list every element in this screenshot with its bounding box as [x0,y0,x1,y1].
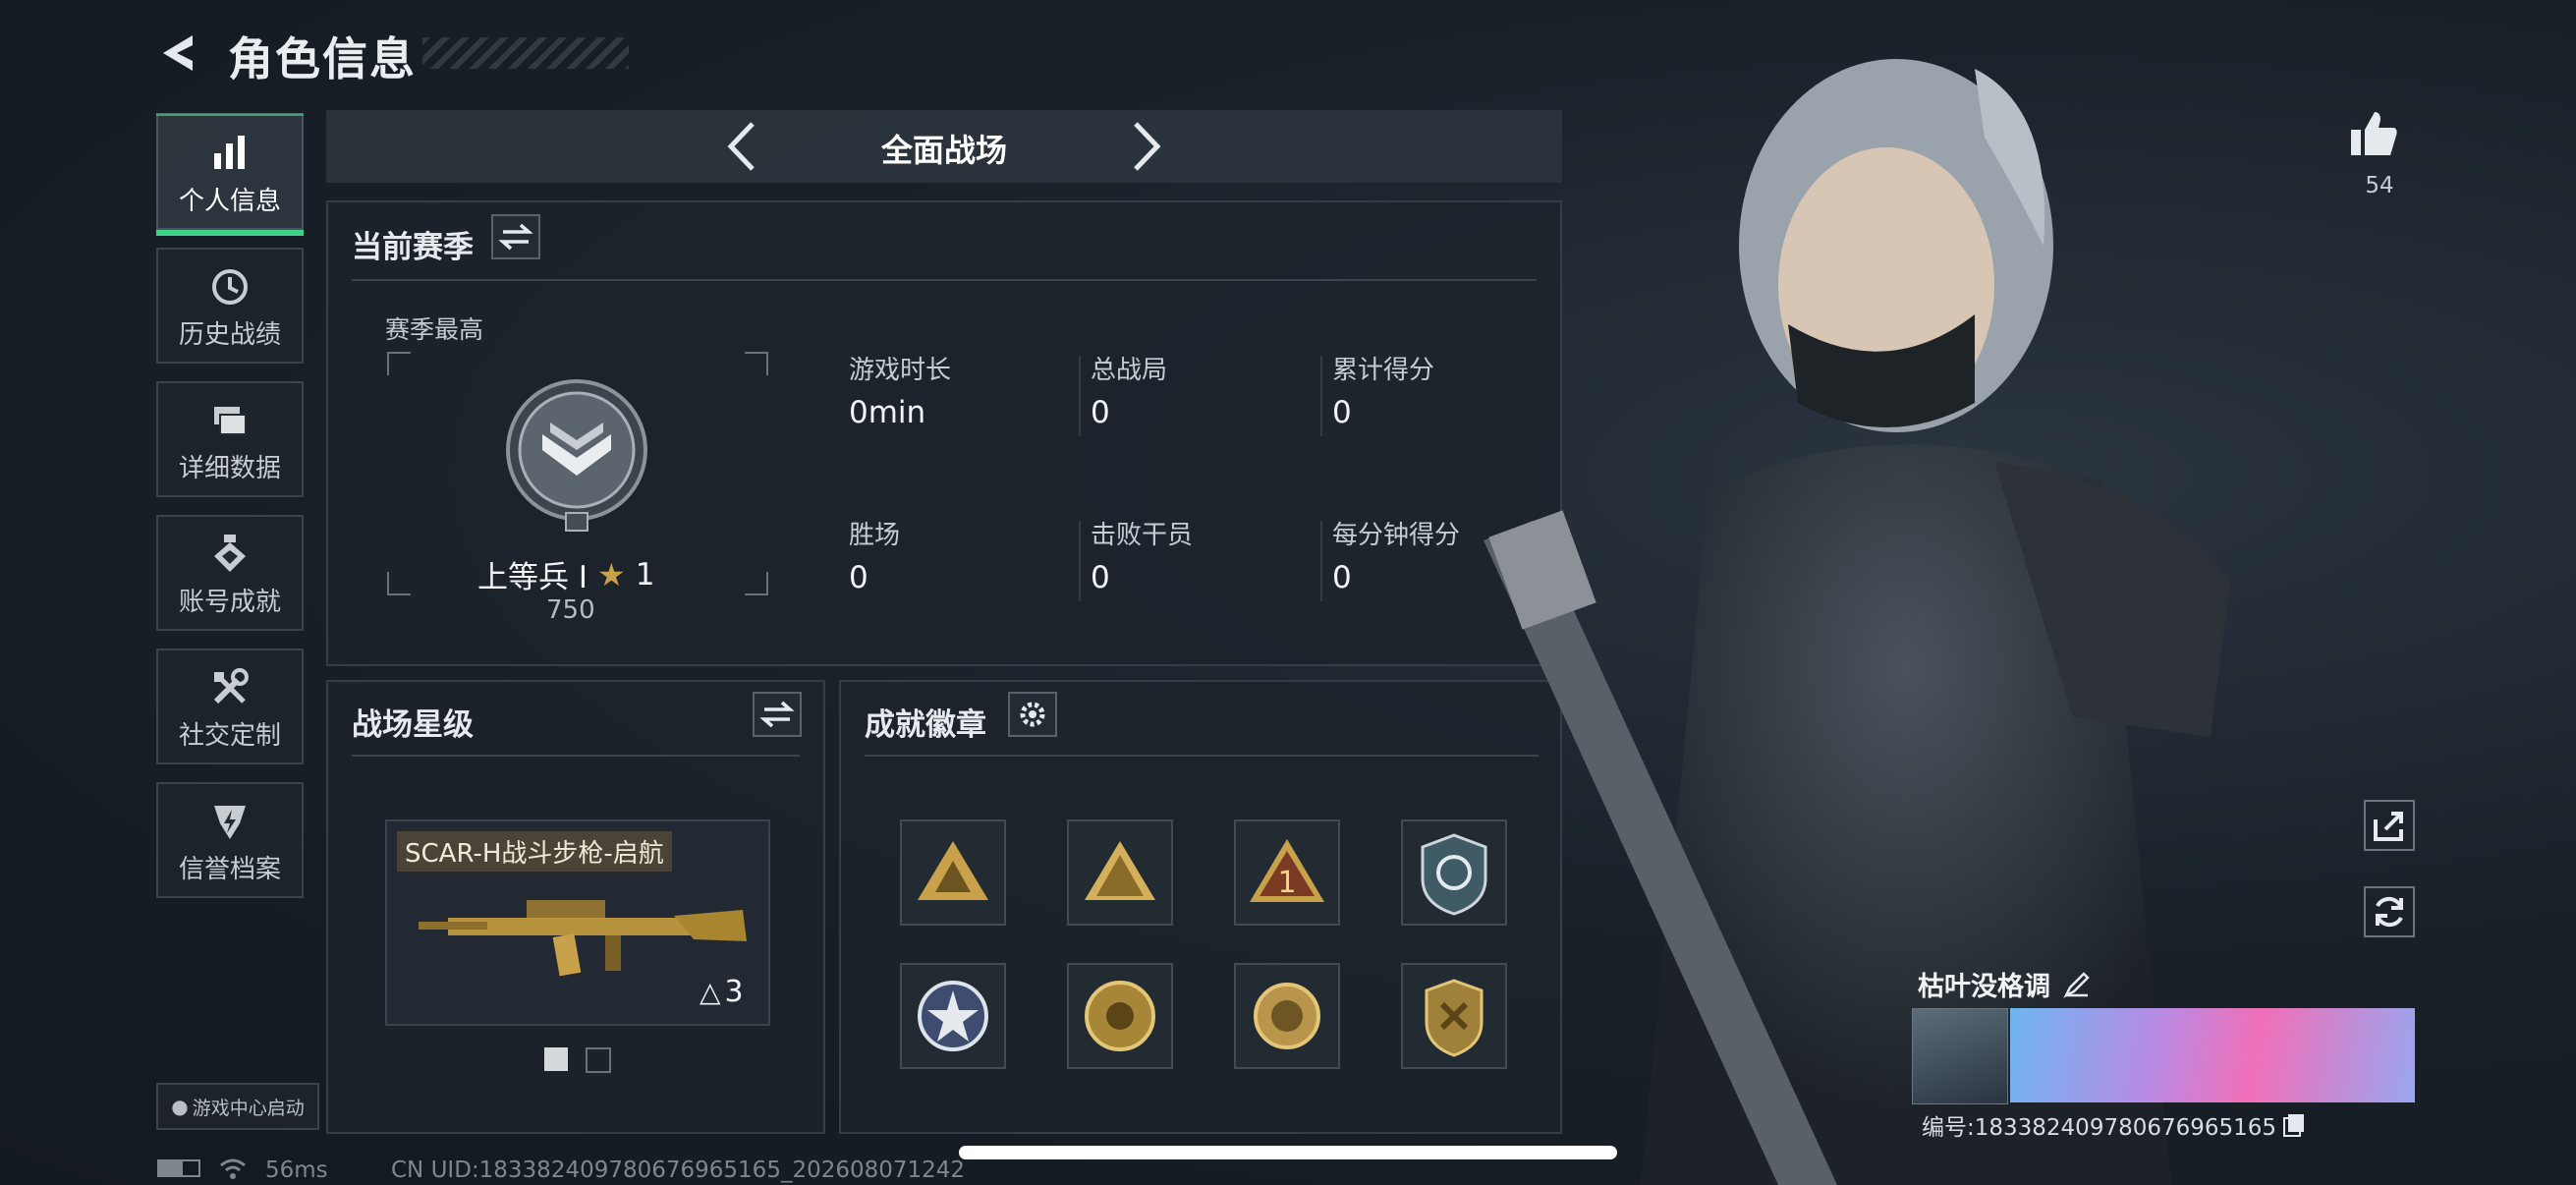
folders-icon [214,407,247,435]
page-dot-active[interactable] [544,1047,568,1071]
sidebar-item-history[interactable]: 历史战绩 [156,248,304,364]
wifi-icon [220,1158,246,1179]
sidebar-item-social[interactable]: 社交定制 [156,649,304,764]
achievement-badge-1[interactable] [900,819,1006,926]
home-indicator[interactable] [959,1146,1617,1159]
edit-pencil-icon[interactable] [2062,970,2092,999]
achievement-badge-2[interactable] [1067,819,1173,926]
likes-count: 54 [2365,173,2394,198]
thumbs-up-icon [2351,112,2397,155]
stat-value-kills: 0 [1091,560,1110,595]
refresh-icon [2376,896,2403,928]
mode-label: 全面战场 [880,132,1007,169]
sidebar-item-label: 信誉档案 [178,855,281,884]
bar-chart-icon [214,136,245,169]
refresh-button[interactable] [2364,886,2415,937]
name-card-banner[interactable] [2010,1008,2415,1102]
rank-name: 上等兵 I [477,560,588,595]
star-switch-button[interactable] [753,692,802,737]
stat-label-total-matches: 总战局 [1091,356,1168,385]
sidebar-item-label: 历史战绩 [178,320,281,350]
star-icon: ★ [597,555,626,593]
sidebar-item-label: 个人信息 [178,187,281,216]
uid-footer: CN UID:183382409780676965165_20260807124… [391,1157,966,1183]
season-title: 当前赛季 [352,230,474,265]
achievement-badge-7[interactable] [1234,963,1340,1069]
rank-points: 750 [546,595,595,625]
achievements-panel: 成就徽章 1 [839,680,1562,1134]
weapon-level: △ 3 [700,975,744,1009]
gear-icon [1020,702,1045,727]
season-best-label: 赛季最高 [385,315,484,344]
achievement-badge-3[interactable]: 1 [1234,819,1340,926]
season-panel: 当前赛季 赛季最高 上等兵 I ★ 1 750 游戏时长 0min 总战局 0 … [326,200,1562,666]
battlefield-star-title: 战场星级 [352,707,474,743]
weapon-name: SCAR-H战斗步枪-启航 [397,831,672,872]
achievement-badge-6[interactable] [1067,963,1173,1069]
rank-emblem-icon [506,379,647,532]
ping-value: 56ms [265,1157,328,1183]
game-center-launch-button[interactable]: ● 游戏中心启动 [156,1083,319,1130]
achievement-badge-5[interactable] [900,963,1006,1069]
player-id-row: 编号:1833824097806769651​65 [1922,1108,2306,1142]
achievements-title: 成就徽章 [865,707,986,743]
sidebar-item-achievements[interactable]: 账号成就 [156,515,304,631]
achievement-medal-icon [214,535,246,572]
stat-value-playtime: 0min [849,395,926,430]
stat-label-wins: 胜场 [849,521,901,550]
back-arrow-icon[interactable] [153,28,204,79]
history-clock-icon [212,269,248,305]
stat-label-playtime: 游戏时长 [849,356,952,385]
sidebar-item-label: 详细数据 [178,454,281,483]
page-dot[interactable] [586,1047,611,1073]
player-name: 枯叶没格调 [1918,972,2050,1002]
page-title: 角色信息 [228,32,417,85]
swap-icon [759,701,795,728]
battlefield-star-panel: 战场星级 SCAR-H战斗步枪-启航 △ 3 [326,680,825,1134]
stat-value-total-score: 0 [1332,395,1352,430]
qq-penguin-icon: ● [171,1095,189,1118]
copy-icon[interactable] [2282,1112,2306,1138]
stat-value-total-matches: 0 [1091,395,1110,430]
stat-value-wins: 0 [849,560,868,595]
stat-label-total-score: 累计得分 [1332,356,1435,385]
share-button[interactable] [2364,800,2415,851]
sidebar-item-detail-data[interactable]: 详细数据 [156,381,304,497]
stat-label-kills: 击败干员 [1091,521,1194,550]
chevron-right-icon[interactable] [1128,120,1167,173]
sidebar-item-label: 账号成就 [178,588,281,617]
share-icon [2374,812,2403,841]
sidebar-item-personal-info[interactable]: 个人信息 [156,113,304,236]
stat-label-score-per-min: 每分钟得分 [1332,521,1461,550]
svg-text:1: 1 [1277,866,1296,900]
avatar[interactable] [1912,1008,2008,1104]
rifle-icon [419,900,747,977]
launch-label: 游戏中心启动 [192,1097,305,1119]
player-id: 编号:1833824097806769651​65 [1922,1115,2277,1141]
sidebar-item-label: 社交定制 [178,721,281,751]
season-switch-button[interactable] [491,214,540,259]
header-decoration [422,37,629,69]
weapon-card[interactable]: SCAR-H战斗步枪-启航 △ 3 [385,819,770,1026]
rank-stars: 1 [635,556,655,592]
tools-icon [213,668,249,705]
like-button[interactable] [2344,106,2403,167]
sidebar-item-credit[interactable]: 信誉档案 [156,782,304,898]
mode-selector: 全面战场 [326,110,1562,183]
rank-line: 上等兵 I ★ 1 [477,552,654,596]
tier-triangle-icon: △ [700,976,721,1008]
stat-value-score-per-min: 0 [1332,560,1352,595]
achievements-settings-button[interactable] [1008,692,1057,737]
swap-icon [498,223,533,251]
player-name-row: 枯叶没格调 [1918,965,2092,1003]
battery-icon [157,1159,200,1177]
credit-badge-icon [214,806,246,839]
